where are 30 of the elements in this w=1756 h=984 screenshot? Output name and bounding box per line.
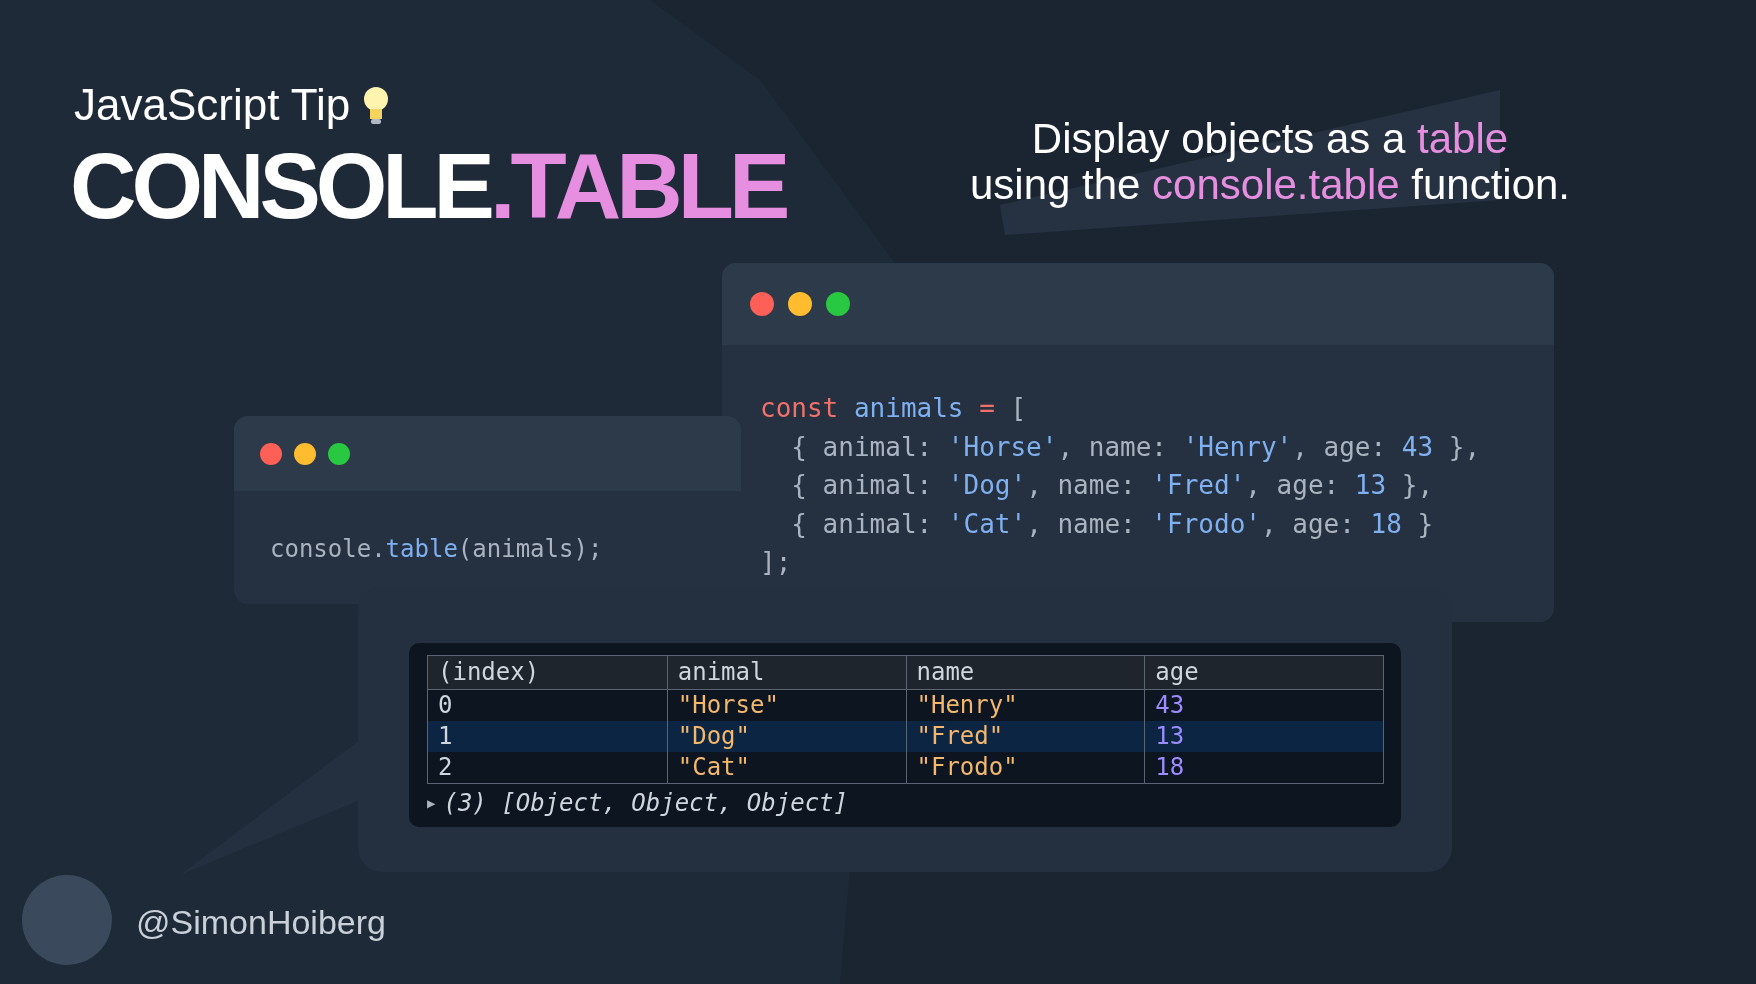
code-line: console.table(animals);: [270, 534, 604, 565]
console-summary: (3) [Object, Object, Object]: [443, 788, 848, 819]
tip-subtitle: JavaScript Tip: [74, 72, 391, 138]
column-header: name: [905, 656, 1145, 689]
code-line: { animal: 'Horse', name: 'Henry', age: 43 },: [790, 430, 1482, 464]
table-cell: 18: [1144, 752, 1383, 783]
lightbulb-icon: [362, 85, 391, 125]
code-line: { animal: 'Cat', name: 'Frodo', age: 18 }: [790, 507, 1435, 541]
table-cell: "Frodo": [905, 752, 1145, 783]
code-line: { animal: 'Dog', name: 'Fred', age: 13 },: [790, 469, 1435, 502]
minimize-button-icon: [788, 292, 812, 316]
code-line: const animals = [: [760, 392, 1028, 425]
table-cell: "Cat": [666, 752, 906, 783]
expand-arrow[interactable]: ▶: [427, 792, 436, 814]
code-line: ];: [760, 546, 793, 579]
column-header: animal: [666, 656, 906, 689]
close-button-icon: [750, 292, 774, 316]
table-cell-text: 0: [437, 690, 454, 721]
tagline-text: using the console.table function.: [969, 162, 1571, 208]
tagline-text: Display objects as a table: [1031, 116, 1509, 162]
minimize-button-icon: [294, 442, 316, 465]
table-cell-text: 1: [437, 721, 454, 752]
column-header: (index): [437, 657, 541, 688]
author-handle: @SimonHoiberg: [136, 902, 386, 943]
table-cell-text: 2: [437, 752, 454, 783]
maximize-button-icon: [826, 292, 850, 316]
column-header: age: [1144, 656, 1383, 689]
maximize-button-icon: [328, 442, 350, 465]
tip-title: CONSOLE.TABLE: [70, 140, 786, 232]
close-button-icon: [260, 442, 282, 465]
